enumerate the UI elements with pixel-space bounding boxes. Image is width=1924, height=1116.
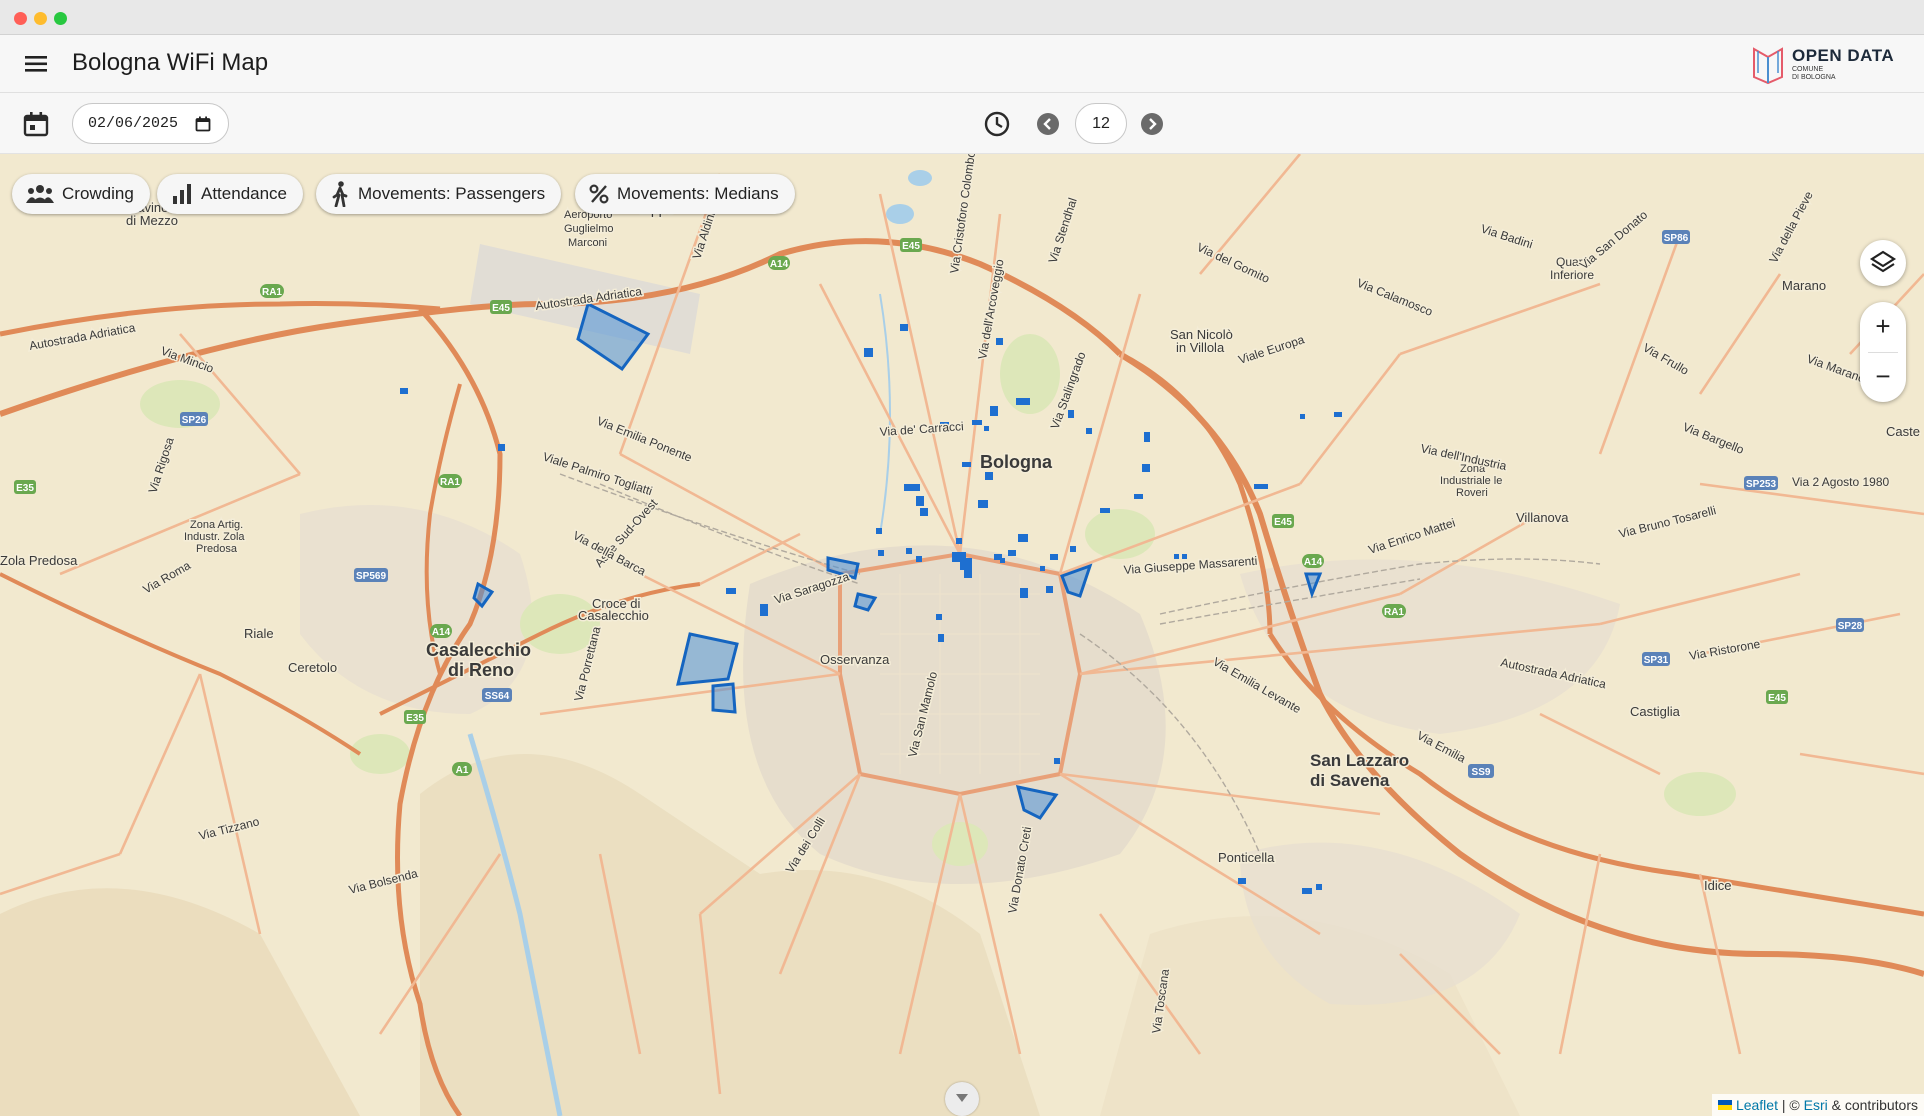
svg-text:A14: A14 — [432, 627, 451, 638]
minimize-window-button[interactable] — [34, 12, 47, 25]
svg-text:Via 2 Agosto 1980: Via 2 Agosto 1980 — [1792, 475, 1890, 489]
svg-text:Zola Predosa: Zola Predosa — [0, 553, 78, 568]
maximize-window-button[interactable] — [54, 12, 67, 25]
window-titlebar — [0, 0, 1924, 35]
clock-icon — [983, 110, 1011, 138]
chevron-left-icon — [1043, 118, 1051, 130]
svg-text:Bologna: Bologna — [980, 452, 1053, 472]
svg-text:Caste: Caste — [1886, 424, 1920, 439]
bar-chart-icon — [173, 184, 191, 204]
hamburger-menu-icon[interactable] — [24, 52, 50, 76]
date-time-toolbar: 02/06/2025 12 — [0, 93, 1924, 154]
svg-text:Industr. Zola: Industr. Zola — [184, 531, 245, 543]
svg-text:Casalecchio: Casalecchio — [426, 640, 531, 660]
app-header: Bologna WiFi Map OPEN DATA COMUNE DI BOL… — [0, 35, 1924, 93]
layers-button[interactable] — [1860, 240, 1906, 286]
close-window-button[interactable] — [14, 12, 27, 25]
svg-text:A14: A14 — [1304, 557, 1323, 568]
svg-text:SP569: SP569 — [356, 571, 386, 582]
svg-text:Predosa: Predosa — [196, 543, 238, 555]
svg-text:SP31: SP31 — [1644, 655, 1669, 666]
logo-subtitle-1: COMUNE — [1792, 66, 1824, 73]
map-canvas[interactable]: Bologna Casalecchio di Reno San Lazzaro … — [0, 154, 1924, 1116]
zoom-out-button[interactable]: − — [1860, 352, 1906, 402]
date-input[interactable]: 02/06/2025 — [72, 103, 229, 144]
svg-text:Marconi: Marconi — [568, 237, 607, 249]
svg-text:SP86: SP86 — [1664, 233, 1689, 244]
chip-movements-passengers[interactable]: Movements: Passengers — [316, 174, 562, 214]
svg-text:di Reno: di Reno — [448, 660, 514, 680]
zoom-control: + − — [1860, 302, 1906, 402]
chip-crowding-label: Crowding — [62, 184, 134, 203]
svg-text:Ponticella: Ponticella — [1218, 850, 1275, 865]
svg-text:E45: E45 — [902, 241, 920, 252]
percent-icon — [589, 184, 609, 204]
svg-text:Marano: Marano — [1782, 278, 1826, 293]
esri-link[interactable]: Esri — [1804, 1097, 1828, 1113]
chip-crowding[interactable]: Crowding — [12, 174, 150, 214]
date-picker-icon[interactable] — [195, 116, 211, 132]
chevron-right-icon — [1149, 118, 1157, 130]
attribution-suffix: & contributors — [1831, 1097, 1918, 1113]
svg-text:Riale: Riale — [244, 626, 274, 641]
svg-text:E35: E35 — [16, 483, 34, 494]
app-window: Bologna WiFi Map OPEN DATA COMUNE DI BOL… — [0, 0, 1924, 1116]
layers-icon — [1869, 250, 1897, 273]
chevron-down-icon — [956, 1094, 968, 1102]
app-title: Bologna WiFi Map — [72, 49, 269, 76]
svg-text:di Mezzo: di Mezzo — [126, 213, 178, 228]
svg-text:Casalecchio: Casalecchio — [578, 608, 649, 623]
svg-text:Osservanza: Osservanza — [820, 652, 890, 667]
svg-text:Villanova: Villanova — [1516, 510, 1569, 525]
svg-text:SP26: SP26 — [182, 415, 207, 426]
zoom-in-button[interactable]: + — [1860, 302, 1906, 352]
svg-text:E45: E45 — [1768, 693, 1786, 704]
svg-text:RA1: RA1 — [440, 477, 460, 488]
svg-text:A14: A14 — [770, 259, 789, 270]
svg-text:Roveri: Roveri — [1456, 487, 1488, 499]
svg-text:SS9: SS9 — [1472, 767, 1491, 778]
open-data-logo: OPEN DATA COMUNE DI BOLOGNA — [1750, 43, 1910, 85]
svg-text:A1: A1 — [456, 765, 469, 776]
attribution-separator: | © — [1781, 1097, 1800, 1113]
svg-text:Guglielmo: Guglielmo — [564, 223, 614, 235]
chip-attendance-label: Attendance — [201, 184, 288, 203]
ukraine-flag-icon — [1718, 1100, 1733, 1110]
bottom-panel-toggle[interactable] — [945, 1082, 979, 1116]
svg-text:RA1: RA1 — [1384, 607, 1404, 618]
svg-text:E45: E45 — [1274, 517, 1292, 528]
logo-title: OPEN DATA — [1792, 46, 1895, 65]
svg-text:Idice: Idice — [1704, 878, 1731, 893]
svg-text:Ceretolo: Ceretolo — [288, 660, 337, 675]
leaflet-link[interactable]: Leaflet — [1736, 1097, 1778, 1113]
date-value: 02/06/2025 — [88, 115, 179, 132]
svg-text:Zona Artig.: Zona Artig. — [190, 519, 243, 531]
previous-hour-button[interactable] — [1037, 113, 1059, 135]
svg-text:in Villola: in Villola — [1176, 340, 1225, 355]
next-hour-button[interactable] — [1141, 113, 1163, 135]
svg-text:Castiglia: Castiglia — [1630, 704, 1681, 719]
chip-attendance[interactable]: Attendance — [157, 174, 304, 214]
svg-text:SS64: SS64 — [485, 691, 510, 702]
svg-text:E35: E35 — [406, 713, 424, 724]
svg-text:San Lazzaro: San Lazzaro — [1310, 751, 1409, 770]
svg-text:RA1: RA1 — [262, 287, 282, 298]
map-attribution: Leaflet | © Esri & contributors — [1712, 1094, 1924, 1116]
chip-movements-passengers-label: Movements: Passengers — [358, 184, 546, 203]
svg-text:SP253: SP253 — [1746, 479, 1776, 490]
hour-input[interactable]: 12 — [1075, 103, 1127, 144]
svg-text:Industriale le: Industriale le — [1440, 475, 1502, 487]
svg-text:SP28: SP28 — [1838, 621, 1863, 632]
walking-person-icon — [332, 181, 348, 207]
logo-subtitle-2: DI BOLOGNA — [1792, 74, 1836, 81]
chip-movements-medians-label: Movements: Medians — [617, 184, 779, 203]
chip-movements-medians[interactable]: Movements: Medians — [575, 174, 795, 214]
svg-text:E45: E45 — [492, 303, 510, 314]
basemap: Bologna Casalecchio di Reno San Lazzaro … — [0, 154, 1924, 1116]
svg-text:di Savena: di Savena — [1310, 771, 1390, 790]
calendar-icon[interactable] — [22, 110, 50, 138]
people-group-icon — [26, 185, 54, 203]
